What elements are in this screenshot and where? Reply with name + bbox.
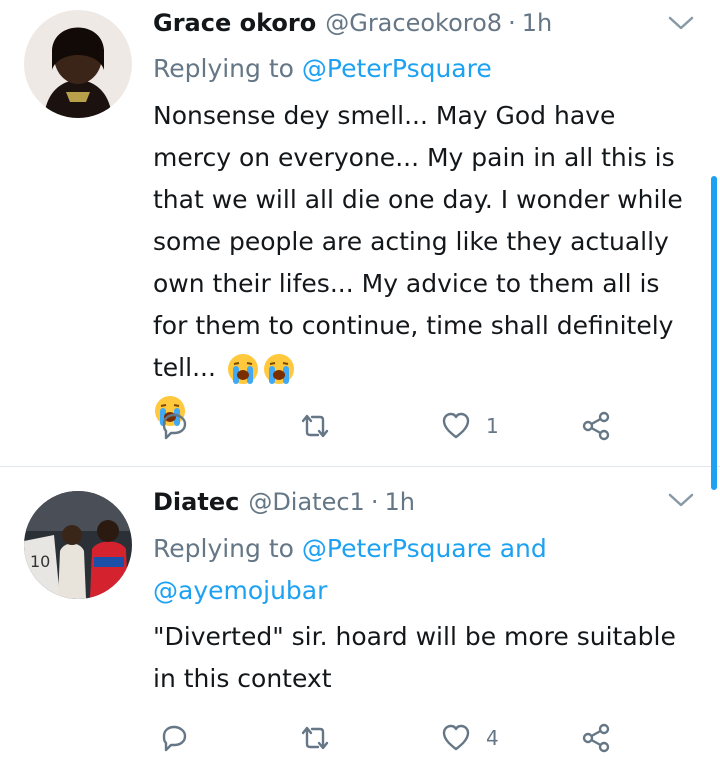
replying-to: Replying to @PeterPsquare and @ayemojuba… [153,528,698,612]
author-handle[interactable]: @Graceokoro8 [325,9,502,37]
retweet-icon [301,726,329,750]
mention-link[interactable]: @PeterPsquare [302,54,492,83]
separator-dot: · [370,488,379,516]
like-icon [442,412,470,439]
tweet-text-content: Nonsense dey smell... May God have mercy… [153,101,683,382]
mention-link[interactable]: @ayemojubar [153,576,327,605]
mention-link[interactable]: @PeterPsquare [302,534,492,563]
avatar[interactable]: 10 [24,491,132,599]
tweet[interactable]: Grace okoro @Graceokoro8 · 1h Replying t… [0,0,720,466]
tweet-text: Nonsense dey smell... May God have mercy… [153,95,701,431]
timestamp[interactable]: 1h [522,9,552,37]
like-count: 1 [486,414,499,438]
like-button[interactable]: 1 [440,408,499,444]
replying-to: Replying to @PeterPsquare [153,48,698,90]
share-button[interactable] [580,408,612,444]
like-count: 4 [486,726,499,750]
reply-button[interactable] [158,408,204,444]
replying-joiner: and [499,534,547,563]
loudly-crying-face-icon [227,354,258,384]
retweet-icon [301,414,329,438]
reply-icon [162,725,187,752]
retweet-button[interactable] [298,720,346,756]
like-icon [442,724,470,751]
tweet-text: "Diverted" sir. hoard will be more suita… [153,616,701,700]
chevron-down-icon[interactable] [666,489,696,511]
svg-text:10: 10 [30,552,50,571]
author-handle[interactable]: @Diatec1 [248,488,365,516]
scrollbar-thumb[interactable] [711,176,717,490]
author-name[interactable]: Diatec [153,488,239,516]
author-name[interactable]: Grace okoro [153,9,316,37]
tweet-header: Grace okoro @Graceokoro8 · 1h [153,6,552,40]
separator-dot: · [508,9,516,37]
tweet[interactable]: 10 Diatec @Diatec1 · 1h Replying to @Pet… [0,467,720,781]
tweet-header: Diatec @Diatec1 · 1h [153,485,415,519]
avatar[interactable] [24,10,132,118]
chevron-down-icon[interactable] [666,12,696,34]
loudly-crying-face-icon [263,354,294,384]
reply-icon [162,413,187,440]
like-button[interactable]: 4 [440,720,499,756]
share-icon [582,723,610,753]
timestamp[interactable]: 1h [384,488,414,516]
replying-prefix: Replying to [153,54,294,83]
share-icon [582,411,610,441]
reply-button[interactable] [158,720,204,756]
tweet-actions: 4 [158,720,628,756]
tweet-text-content: "Diverted" sir. hoard will be more suita… [153,622,676,693]
tweet-actions: 1 [158,408,628,444]
share-button[interactable] [580,720,612,756]
retweet-button[interactable] [298,408,346,444]
replying-prefix: Replying to [153,534,294,563]
